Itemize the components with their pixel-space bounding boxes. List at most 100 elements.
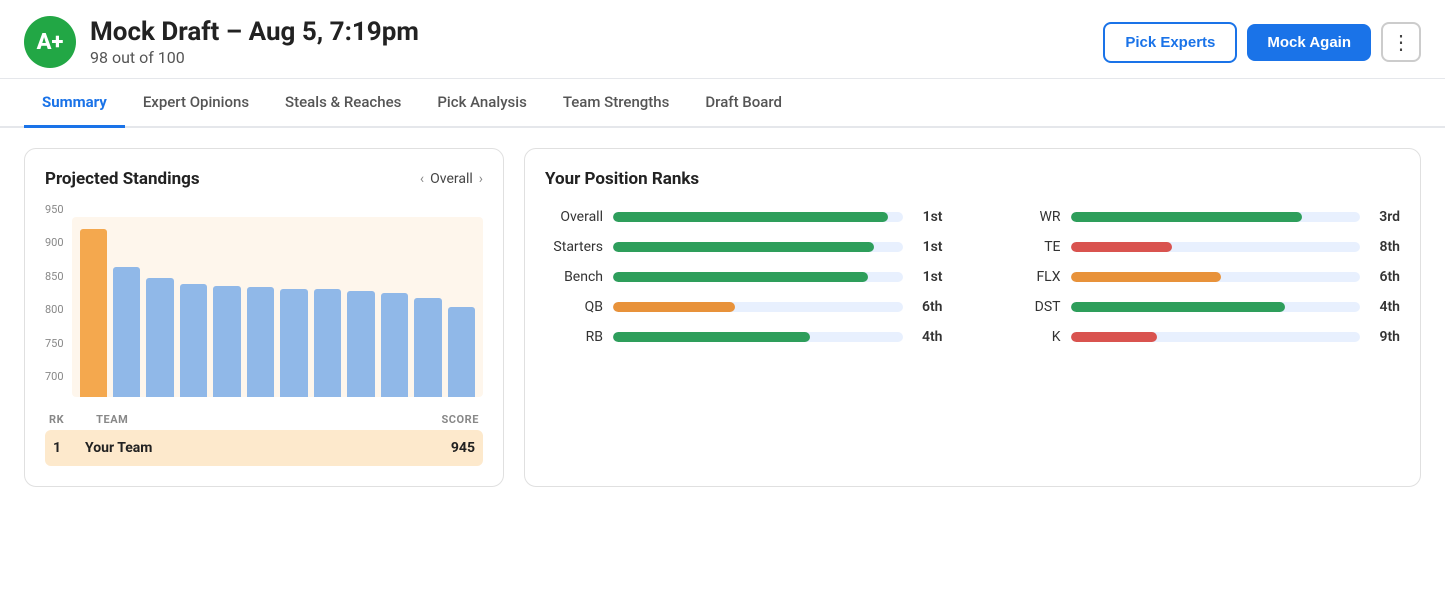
rank-row-bench: Bench 1st bbox=[545, 269, 943, 285]
rank-label-flx: FLX bbox=[1003, 269, 1061, 285]
more-options-button[interactable]: ⋮ bbox=[1381, 22, 1421, 62]
header: A+ Mock Draft – Aug 5, 7:19pm 98 out of … bbox=[0, 0, 1445, 79]
position-ranks-grid: Overall 1st Starters 1st Bench bbox=[545, 209, 1400, 345]
header-info: Mock Draft – Aug 5, 7:19pm 98 out of 100 bbox=[90, 17, 419, 67]
rank-bar-container-wr bbox=[1071, 212, 1361, 222]
rank-row-te: TE 8th bbox=[1003, 239, 1401, 255]
grade-badge: A+ bbox=[24, 16, 76, 68]
pick-experts-button[interactable]: Pick Experts bbox=[1103, 22, 1237, 63]
rank-bar-flx bbox=[1071, 272, 1222, 282]
draft-title: Mock Draft – Aug 5, 7:19pm bbox=[90, 17, 419, 48]
rank-row-overall: Overall 1st bbox=[545, 209, 943, 225]
rank-bar-overall bbox=[613, 212, 888, 222]
tab-team-strengths[interactable]: Team Strengths bbox=[545, 79, 688, 128]
projected-standings-title: Projected Standings bbox=[45, 169, 200, 189]
rank-bar-container-flx bbox=[1071, 272, 1361, 282]
header-right: Pick Experts Mock Again ⋮ bbox=[1103, 22, 1421, 63]
rank-row-dst: DST 4th bbox=[1003, 299, 1401, 315]
main-content: Projected Standings ‹ Overall › 950 900 … bbox=[0, 128, 1445, 507]
row-score: 945 bbox=[451, 440, 475, 456]
more-icon: ⋮ bbox=[1391, 30, 1411, 55]
bar-1 bbox=[80, 229, 107, 397]
rank-bar-bench bbox=[613, 272, 868, 282]
standings-nav: ‹ Overall › bbox=[420, 171, 483, 187]
rank-label-k: K bbox=[1003, 329, 1061, 345]
bar-11 bbox=[414, 298, 441, 397]
tab-pick-analysis[interactable]: Pick Analysis bbox=[419, 79, 544, 128]
bar-3 bbox=[146, 278, 173, 397]
rank-bar-k bbox=[1071, 332, 1158, 342]
rank-value-overall: 1st bbox=[913, 209, 943, 225]
col-score: SCORE bbox=[441, 413, 479, 426]
rank-row-wr: WR 3rd bbox=[1003, 209, 1401, 225]
rank-bar-container-te bbox=[1071, 242, 1361, 252]
rank-value-starters: 1st bbox=[913, 239, 943, 255]
row-rank: 1 bbox=[53, 440, 77, 456]
rank-label-te: TE bbox=[1003, 239, 1061, 255]
rank-bar-container-dst bbox=[1071, 302, 1361, 312]
mock-again-button[interactable]: Mock Again bbox=[1247, 24, 1371, 61]
tab-expert-opinions[interactable]: Expert Opinions bbox=[125, 79, 267, 128]
rank-bar-container-k bbox=[1071, 332, 1361, 342]
chart-yaxis: 950 900 850 800 750 700 bbox=[45, 203, 64, 383]
col-team: TEAM bbox=[64, 413, 441, 426]
nav-arrow-left[interactable]: ‹ bbox=[420, 171, 424, 187]
rank-row-flx: FLX 6th bbox=[1003, 269, 1401, 285]
bar-9 bbox=[347, 291, 374, 397]
rank-bar-rb bbox=[613, 332, 810, 342]
nav-arrow-right[interactable]: › bbox=[479, 171, 483, 187]
rank-row-rb: RB 4th bbox=[545, 329, 943, 345]
position-ranks-title: Your Position Ranks bbox=[545, 169, 1400, 189]
rank-value-flx: 6th bbox=[1370, 269, 1400, 285]
rank-label-rb: RB bbox=[545, 329, 603, 345]
rank-bar-starters bbox=[613, 242, 874, 252]
bar-2 bbox=[113, 267, 140, 397]
rank-label-starters: Starters bbox=[545, 239, 603, 255]
bar-7 bbox=[280, 289, 307, 397]
bar-10 bbox=[381, 293, 408, 397]
bar-5 bbox=[213, 286, 240, 397]
rank-bar-te bbox=[1071, 242, 1172, 252]
rank-row-k: K 9th bbox=[1003, 329, 1401, 345]
position-ranks-left: Overall 1st Starters 1st Bench bbox=[545, 209, 943, 345]
standings-row-1: 1 Your Team 945 bbox=[45, 430, 483, 466]
rank-label-dst: DST bbox=[1003, 299, 1061, 315]
position-ranks-right: WR 3rd TE 8th FLX bbox=[1003, 209, 1401, 345]
rank-value-te: 8th bbox=[1370, 239, 1400, 255]
col-rk: RK bbox=[49, 413, 64, 426]
bar-8 bbox=[314, 289, 341, 397]
rank-label-overall: Overall bbox=[545, 209, 603, 225]
standings-nav-label: Overall bbox=[430, 171, 473, 187]
rank-bar-container-qb bbox=[613, 302, 903, 312]
chart-wrapper: 950 900 850 800 750 700 bbox=[45, 203, 483, 397]
rank-bar-container-overall bbox=[613, 212, 903, 222]
rank-label-qb: QB bbox=[545, 299, 603, 315]
rank-bar-container-bench bbox=[613, 272, 903, 282]
standings-table: RK TEAM SCORE 1 Your Team 945 bbox=[45, 409, 483, 466]
rank-value-rb: 4th bbox=[913, 329, 943, 345]
tab-summary[interactable]: Summary bbox=[24, 79, 125, 128]
rank-value-bench: 1st bbox=[913, 269, 943, 285]
rank-value-dst: 4th bbox=[1370, 299, 1400, 315]
tab-draft-board[interactable]: Draft Board bbox=[687, 79, 800, 128]
position-ranks-card: Your Position Ranks Overall 1st Starters… bbox=[524, 148, 1421, 487]
header-left: A+ Mock Draft – Aug 5, 7:19pm 98 out of … bbox=[24, 16, 419, 68]
bar-12 bbox=[448, 307, 475, 397]
rank-row-qb: QB 6th bbox=[545, 299, 943, 315]
rank-label-wr: WR bbox=[1003, 209, 1061, 225]
rank-row-starters: Starters 1st bbox=[545, 239, 943, 255]
draft-score: 98 out of 100 bbox=[90, 48, 419, 67]
bar-4 bbox=[180, 284, 207, 397]
rank-label-bench: Bench bbox=[545, 269, 603, 285]
rank-bar-container-rb bbox=[613, 332, 903, 342]
projected-standings-card: Projected Standings ‹ Overall › 950 900 … bbox=[24, 148, 504, 487]
tabs-bar: Summary Expert Opinions Steals & Reaches… bbox=[0, 79, 1445, 128]
standings-table-header: RK TEAM SCORE bbox=[45, 409, 483, 430]
tab-steals-reaches[interactable]: Steals & Reaches bbox=[267, 79, 419, 128]
row-team: Your Team bbox=[77, 440, 451, 456]
rank-bar-qb bbox=[613, 302, 735, 312]
rank-bar-container-starters bbox=[613, 242, 903, 252]
rank-bar-dst bbox=[1071, 302, 1285, 312]
card-header-standings: Projected Standings ‹ Overall › bbox=[45, 169, 483, 189]
rank-bar-wr bbox=[1071, 212, 1303, 222]
